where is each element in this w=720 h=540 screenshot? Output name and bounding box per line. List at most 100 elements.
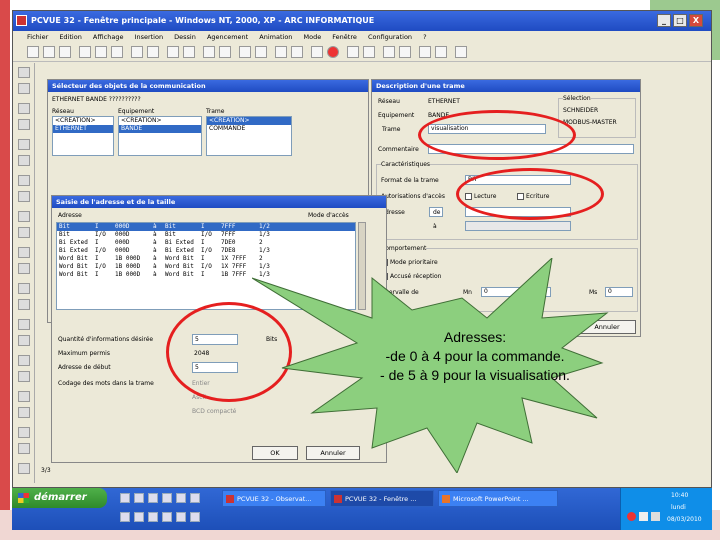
color-tool-icon[interactable]	[18, 427, 30, 438]
reseau-list[interactable]: <CREATION> ETHERNET	[52, 116, 114, 156]
tray-icon[interactable]	[639, 512, 648, 521]
symbol-tool-icon[interactable]	[18, 371, 30, 382]
task-button[interactable]: PCVUE 32 - Fenêtre ...	[330, 490, 434, 507]
quicklaunch-icon[interactable]	[148, 493, 158, 503]
image-icon[interactable]	[239, 46, 251, 58]
quicklaunch-icon[interactable]	[190, 493, 200, 503]
fill-tool-icon[interactable]	[18, 407, 30, 418]
layer-tool-icon[interactable]	[18, 463, 30, 474]
list-item[interactable]: <CREATION>	[53, 117, 113, 125]
quicklaunch-icon[interactable]	[176, 493, 186, 503]
pointer-tool-icon[interactable]	[18, 67, 30, 78]
menu-item[interactable]: Insertion	[135, 33, 164, 41]
font-tool-icon[interactable]	[18, 443, 30, 454]
trend-tool-icon[interactable]	[18, 335, 30, 346]
quicklaunch-icon[interactable]	[190, 512, 200, 522]
stop-icon[interactable]	[327, 46, 339, 58]
align-icon[interactable]	[219, 46, 231, 58]
tray-icon[interactable]	[651, 512, 660, 521]
task-button[interactable]: Microsoft PowerPoint ...	[438, 490, 558, 507]
quicklaunch-icon[interactable]	[120, 512, 130, 522]
arc-tool-icon[interactable]	[18, 227, 30, 238]
help-icon[interactable]	[455, 46, 467, 58]
bar-tool-icon[interactable]	[18, 319, 30, 330]
list-item[interactable]: COMMANDE	[207, 125, 291, 133]
quicklaunch-icon[interactable]	[162, 512, 172, 522]
window-icon[interactable]	[435, 46, 447, 58]
polygon-tool-icon[interactable]	[18, 211, 30, 222]
list-item[interactable]: BANDE	[119, 125, 201, 133]
table-row[interactable]: Bi Exted I/O 000D à Bi Exted I/O 7DE8 1/3	[57, 247, 355, 255]
grid-tool-icon[interactable]	[18, 119, 30, 130]
line-tool-icon[interactable]	[18, 139, 30, 150]
rect-tool-icon[interactable]	[18, 175, 30, 186]
quicklaunch-icon[interactable]	[120, 493, 130, 503]
minimize-button[interactable]: _	[657, 14, 671, 27]
open-folder-icon[interactable]	[43, 46, 55, 58]
quicklaunch-icon[interactable]	[162, 493, 172, 503]
quicklaunch-icon[interactable]	[148, 512, 158, 522]
menu-item[interactable]: Agencement	[207, 33, 248, 41]
table-row[interactable]: Bit I 000D à Bit I 7FFF 1/2	[57, 223, 355, 231]
quicklaunch-icon[interactable]	[176, 512, 186, 522]
menu-item[interactable]: Animation	[259, 33, 292, 41]
codage-bcd-radio[interactable]: BCD compacté	[192, 408, 236, 415]
menu-item[interactable]: ?	[423, 33, 426, 41]
task-button[interactable]: PCVUE 32 - Observat...	[222, 490, 326, 507]
grid-icon[interactable]	[203, 46, 215, 58]
image-tool-icon[interactable]	[18, 263, 30, 274]
menu-item[interactable]: Dessin	[174, 33, 196, 41]
table-row[interactable]: Bi Exted I 000D à Bi Exted I 7DE0 2	[57, 239, 355, 247]
equipement-list[interactable]: <CREATION> BANDE	[118, 116, 202, 156]
slide-edge-red	[0, 0, 10, 540]
alarm-tool-icon[interactable]	[18, 391, 30, 402]
list-item[interactable]: ETHERNET	[53, 125, 113, 133]
pen-tool-icon[interactable]	[18, 155, 30, 166]
text-tool-icon[interactable]	[18, 247, 30, 258]
lasso-tool-icon[interactable]	[18, 83, 30, 94]
link-icon[interactable]	[399, 46, 411, 58]
save-icon[interactable]	[59, 46, 71, 58]
menu-item[interactable]: Fenêtre	[332, 33, 357, 41]
paste-icon[interactable]	[111, 46, 123, 58]
monitor-icon[interactable]	[275, 46, 287, 58]
trame-list[interactable]: <CREATION> COMMANDE	[206, 116, 292, 156]
zoom-icon[interactable]	[183, 46, 195, 58]
redo-icon[interactable]	[147, 46, 159, 58]
quicklaunch-icon[interactable]	[134, 493, 144, 503]
menu-item[interactable]: Fichier	[27, 33, 48, 41]
quicklaunch-icon[interactable]	[134, 512, 144, 522]
table-row[interactable]: Bit I/O 000D à Bit I/O 7FFF 1/3	[57, 231, 355, 239]
task-label: PCVUE 32 - Fenêtre ...	[345, 495, 417, 503]
menu-item[interactable]: Mode	[304, 33, 322, 41]
tools-icon[interactable]	[311, 46, 323, 58]
menu-item[interactable]: Configuration	[368, 33, 412, 41]
menu-item[interactable]: Edition	[59, 33, 82, 41]
list-item[interactable]: <CREATION>	[119, 117, 201, 125]
start-button[interactable]: démarrer	[12, 488, 107, 508]
slider-tool-icon[interactable]	[18, 299, 30, 310]
tray-icon[interactable]	[627, 512, 636, 521]
info-tool-icon[interactable]	[18, 103, 30, 114]
select-icon[interactable]	[167, 46, 179, 58]
user-icon[interactable]	[419, 46, 431, 58]
pcvue-icon	[226, 495, 234, 503]
equipement-label: Equipement	[378, 112, 415, 119]
chart-icon[interactable]	[255, 46, 267, 58]
button-tool-icon[interactable]	[18, 283, 30, 294]
menu-item[interactable]: Affichage	[93, 33, 124, 41]
copy-icon[interactable]	[95, 46, 107, 58]
ellipse-tool-icon[interactable]	[18, 191, 30, 202]
close-button[interactable]: X	[689, 14, 703, 27]
undo-icon[interactable]	[131, 46, 143, 58]
adresse-a-input[interactable]	[465, 221, 571, 231]
key-icon[interactable]	[383, 46, 395, 58]
print-icon[interactable]	[291, 46, 303, 58]
cut-icon[interactable]	[79, 46, 91, 58]
table-icon[interactable]	[363, 46, 375, 58]
maximize-button[interactable]: □	[673, 14, 687, 27]
list-icon[interactable]	[347, 46, 359, 58]
gauge-tool-icon[interactable]	[18, 355, 30, 366]
list-item[interactable]: <CREATION>	[207, 117, 291, 125]
new-file-icon[interactable]	[27, 46, 39, 58]
